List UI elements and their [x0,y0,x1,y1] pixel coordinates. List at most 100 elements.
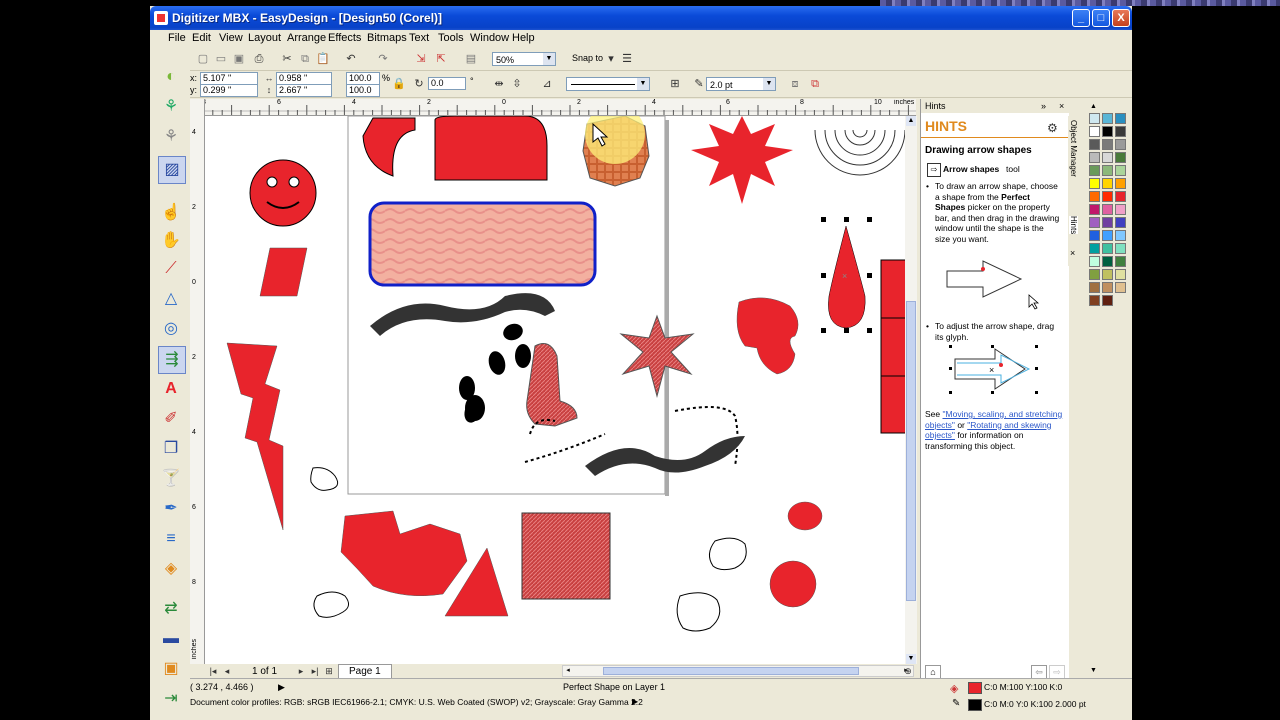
palette-swatch[interactable] [1115,230,1126,241]
palette-swatch[interactable] [1102,243,1113,254]
menu-effects[interactable]: Effects [328,32,361,44]
palette-swatch[interactable] [1102,282,1113,293]
palette-swatch[interactable] [1089,295,1100,306]
maximize-button[interactable]: □ [1092,9,1110,27]
wrap-text-icon[interactable]: ⊞ [668,77,682,91]
shape-parallelogram[interactable] [259,247,308,297]
scroll-up-icon[interactable]: ▲ [906,116,916,126]
zoom-level-select[interactable]: 50% ▼ [492,52,556,66]
launcher-tool-icon[interactable]: ◐ [158,64,184,90]
menu-edit[interactable]: Edit [192,32,211,44]
menu-bitmaps[interactable]: Bitmaps [367,32,407,44]
perfect-shapes-tool-icon[interactable]: ⇶ [158,346,186,374]
print-icon[interactable]: ⎙ [252,52,266,66]
vertical-ruler[interactable]: 4 2 0 2 4 6 8 inches [190,99,205,664]
hints-back-icon[interactable]: ⇦ [1031,665,1047,679]
palette-swatch[interactable] [1102,178,1113,189]
palette-swatch[interactable] [1089,165,1100,176]
palette-swatch[interactable] [1089,230,1100,241]
import-icon[interactable]: ⇲ [414,52,428,66]
shape-speech-bubble-large[interactable] [676,592,721,632]
close-button[interactable]: X [1112,9,1130,27]
palette-swatch[interactable] [1115,165,1126,176]
palette-swatch[interactable] [1115,282,1126,293]
palette-swatch[interactable] [1089,139,1100,150]
redo-icon[interactable]: ↷ [376,52,390,66]
drawing-canvas[interactable]: × [205,116,915,664]
break-apart-icon[interactable]: ⧉ [808,77,822,91]
glass-tool-icon[interactable]: 🍸 [158,466,184,492]
next-page-icon[interactable]: ▸ [294,664,308,678]
shape-speech-bubble-left[interactable] [313,591,349,618]
palette-swatch[interactable] [1102,269,1113,280]
arrow-start-icon[interactable]: ⊿ [540,77,554,91]
tab-hints[interactable]: Hints [1069,216,1078,235]
copy-icon[interactable]: ⧉ [298,52,312,66]
menu-arrange[interactable]: Arrange [287,32,326,44]
fill-tool-icon[interactable]: ◈ [158,556,184,582]
scroll-down-icon[interactable]: ▼ [906,654,916,664]
title-bar[interactable]: Digitizer MBX - EasyDesign - [Design50 (… [150,6,1132,30]
pick-tool-icon[interactable]: ☝ [158,200,184,226]
docker-close-icon[interactable]: × [1059,99,1064,113]
palette-swatch[interactable] [1115,243,1126,254]
palette-swatch[interactable] [1089,217,1100,228]
palette-scroll-up-icon[interactable]: ▲ [1090,103,1097,110]
menu-file[interactable]: File [168,32,186,44]
shape-smiley-face[interactable] [249,159,317,227]
shape-speech-bubble-small[interactable] [310,467,339,491]
outline-color-swatch[interactable] [968,699,982,711]
palette-swatch[interactable] [1089,113,1100,124]
rotation-field[interactable]: 0.0 [428,77,466,90]
palette-swatch[interactable] [1089,243,1100,254]
pan-tool-icon[interactable]: ✋ [158,228,184,254]
save-icon[interactable]: ▣ [232,52,246,66]
open-icon[interactable]: ▭ [214,52,228,66]
menu-layout[interactable]: Layout [248,32,281,44]
tab-close-icon[interactable]: × [1070,248,1075,258]
menu-view[interactable]: View [219,32,243,44]
palette-swatch[interactable] [1102,139,1113,150]
scale-y-field[interactable]: 100.0 [346,84,380,97]
fill-stitch-tool-icon[interactable]: ▨ [158,156,186,184]
hints-forward-icon[interactable]: ⇨ [1049,665,1065,679]
tab-object-manager[interactable]: Object Manager [1069,120,1078,177]
first-page-icon[interactable]: |◂ [206,664,220,678]
shape-star-burst[interactable] [691,116,793,204]
eyedropper-tool-icon[interactable]: ✒ [158,496,184,522]
shape-red-blob[interactable] [736,297,799,375]
triangle-tool-icon[interactable]: △ [158,286,184,312]
palette-swatch[interactable] [1115,269,1126,280]
hoop-tool-icon[interactable]: ▣ [158,656,184,682]
palette-swatch[interactable] [1089,269,1100,280]
docker-header[interactable]: Hints » × [921,99,1069,113]
canvas-drawing[interactable]: × [205,116,915,664]
palette-swatch[interactable] [1089,126,1100,137]
scroll-left-icon[interactable]: ◂ [563,666,573,676]
layers-tool-icon[interactable]: ❐ [158,436,184,462]
outline-width-select[interactable]: 2.0 pt ▼ [706,77,776,91]
horizontal-ruler[interactable]: 8 6 4 2 0 2 4 6 8 10 inches [194,99,916,116]
vertical-scrollbar[interactable]: ▲ ▼ [905,116,917,664]
palette-swatch[interactable] [1089,191,1100,202]
previous-page-icon[interactable]: ◂ [220,664,234,678]
palette-swatch[interactable] [1089,204,1100,215]
add-page-icon[interactable]: ⊞ [322,664,336,678]
palette-swatch[interactable] [1115,152,1126,163]
new-icon[interactable]: ▢ [196,52,210,66]
outline-tool-icon[interactable]: ≡ [158,526,184,552]
shape-red-polygon[interactable] [340,510,468,597]
digitize-tool-icon[interactable]: ⚘ [158,94,184,120]
page-tab[interactable]: Page 1 [338,664,392,679]
palette-swatch[interactable] [1115,256,1126,267]
menu-help[interactable]: Help [512,32,535,44]
palette-swatch[interactable] [1115,113,1126,124]
palette-swatch[interactable] [1089,152,1100,163]
palette-swatch[interactable] [1102,165,1113,176]
last-page-icon[interactable]: ▸| [308,664,322,678]
outline-style-select[interactable]: ▼ [566,77,650,91]
palette-swatch[interactable] [1102,191,1113,202]
mirror-horizontal-icon[interactable]: ⇹ [492,77,506,91]
palette-swatch[interactable] [1115,126,1126,137]
docker-expand-icon[interactable]: » [1041,99,1046,113]
